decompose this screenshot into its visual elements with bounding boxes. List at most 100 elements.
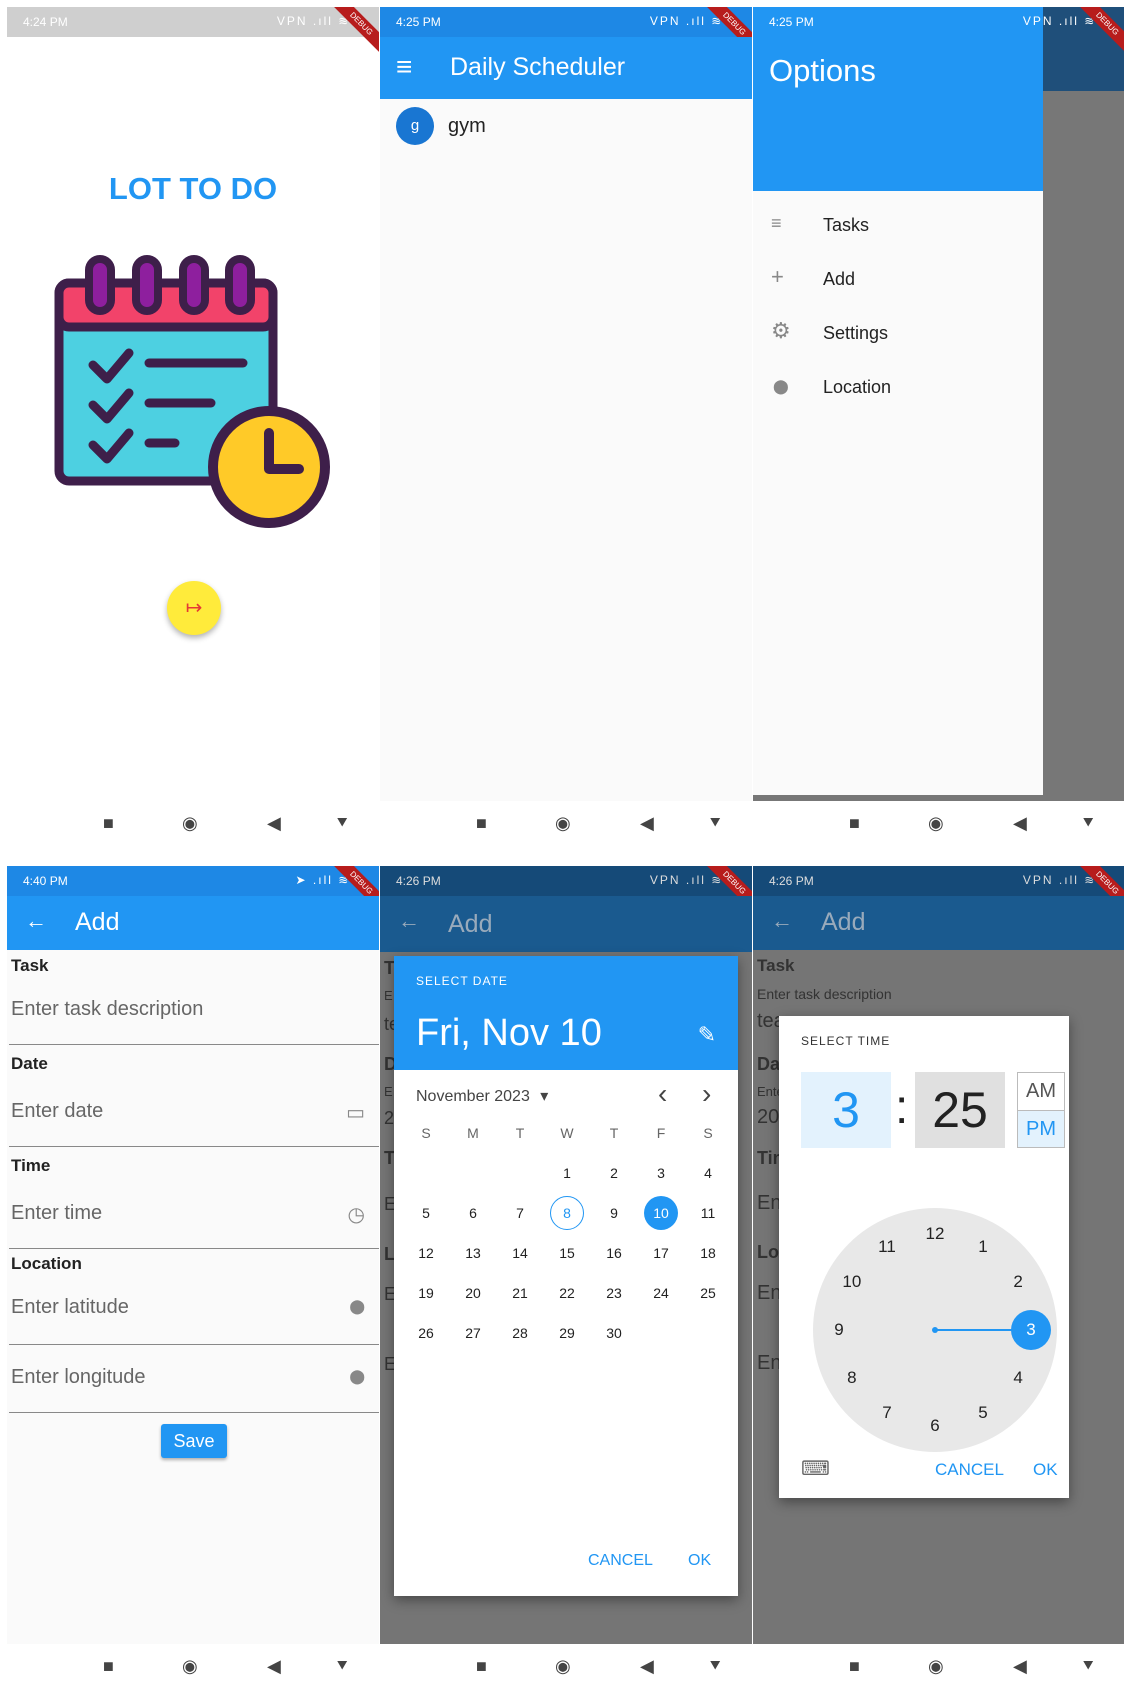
calendar-day[interactable]: 18: [691, 1236, 725, 1270]
calendar-day[interactable]: 26: [409, 1316, 443, 1350]
calendar-day[interactable]: 15: [550, 1236, 584, 1270]
home-icon[interactable]: ◉: [182, 1656, 198, 1677]
hour-display[interactable]: 3: [801, 1072, 891, 1148]
time-input[interactable]: Enter time: [11, 1202, 102, 1225]
back-icon[interactable]: ◀: [640, 1656, 654, 1677]
calendar-day[interactable]: 24: [644, 1276, 678, 1310]
next-month-icon[interactable]: ›: [702, 1078, 711, 1110]
date-input[interactable]: Enter date: [11, 1100, 103, 1123]
recent-apps-icon[interactable]: ■: [476, 813, 487, 834]
calendar-day[interactable]: 25: [691, 1276, 725, 1310]
calendar-day[interactable]: 2: [597, 1156, 631, 1190]
recent-apps-icon[interactable]: ■: [103, 813, 114, 834]
clock-number[interactable]: 11: [872, 1232, 902, 1262]
calendar-day[interactable]: 19: [409, 1276, 443, 1310]
nav-extra-icon[interactable]: ⯆: [335, 813, 349, 834]
clock-number[interactable]: 10: [837, 1267, 867, 1297]
calendar-day[interactable]: 3: [644, 1156, 678, 1190]
location-pin-icon[interactable]: ⬤: [349, 1368, 365, 1385]
cancel-button[interactable]: CANCEL: [935, 1460, 1004, 1480]
recent-apps-icon[interactable]: ■: [103, 1656, 114, 1677]
calendar-day[interactable]: 14: [503, 1236, 537, 1270]
back-icon[interactable]: ◀: [267, 813, 281, 834]
nav-extra-icon[interactable]: ⯆: [1081, 1656, 1095, 1677]
back-arrow-icon[interactable]: ←: [398, 908, 420, 934]
clock-number[interactable]: 12: [920, 1219, 950, 1249]
calendar-icon[interactable]: ▭: [346, 1100, 365, 1125]
clock-number[interactable]: 2: [1003, 1267, 1033, 1297]
calendar-day[interactable]: 6: [456, 1196, 490, 1230]
ok-button[interactable]: OK: [1033, 1460, 1058, 1480]
home-icon[interactable]: ◉: [928, 1656, 944, 1677]
back-icon[interactable]: ◀: [267, 1656, 281, 1677]
nav-extra-icon[interactable]: ⯆: [335, 1656, 349, 1677]
clock-dial[interactable]: 12 1 2 3 4 5 6 7 8 9 10 11: [813, 1208, 1057, 1452]
minute-display[interactable]: 25: [915, 1072, 1005, 1148]
longitude-input[interactable]: Enter longitude: [11, 1366, 146, 1389]
home-icon[interactable]: ◉: [555, 1656, 571, 1677]
home-icon[interactable]: ◉: [182, 813, 198, 834]
clock-icon[interactable]: ◷: [348, 1202, 365, 1227]
drawer-item-location[interactable]: ⬤ Location: [753, 367, 1043, 407]
edit-icon[interactable]: ✎: [698, 1022, 716, 1048]
next-button[interactable]: ↦: [167, 581, 221, 635]
clock-number[interactable]: 7: [872, 1398, 902, 1428]
calendar-day[interactable]: 20: [456, 1276, 490, 1310]
recent-apps-icon[interactable]: ■: [849, 1656, 860, 1677]
calendar-day[interactable]: 10: [644, 1196, 678, 1230]
month-selector[interactable]: November 2023 ▾: [416, 1086, 548, 1106]
save-button[interactable]: Save: [161, 1424, 227, 1458]
calendar-day[interactable]: 13: [456, 1236, 490, 1270]
calendar-day[interactable]: 11: [691, 1196, 725, 1230]
calendar-day[interactable]: 12: [409, 1236, 443, 1270]
task-input[interactable]: Enter task description: [11, 998, 203, 1021]
recent-apps-icon[interactable]: ■: [476, 1656, 487, 1677]
calendar-day[interactable]: 29: [550, 1316, 584, 1350]
calendar-day[interactable]: 7: [503, 1196, 537, 1230]
back-icon[interactable]: ◀: [1013, 1656, 1027, 1677]
calendar-day[interactable]: 4: [691, 1156, 725, 1190]
calendar-day[interactable]: 16: [597, 1236, 631, 1270]
recent-apps-icon[interactable]: ■: [849, 813, 860, 834]
calendar-day[interactable]: 17: [644, 1236, 678, 1270]
cancel-button[interactable]: CANCEL: [588, 1552, 653, 1570]
calendar-day[interactable]: 30: [597, 1316, 631, 1350]
back-icon[interactable]: ◀: [640, 813, 654, 834]
clock-number[interactable]: 3: [1016, 1315, 1046, 1345]
ok-button[interactable]: OK: [688, 1552, 711, 1570]
calendar-day[interactable]: 28: [503, 1316, 537, 1350]
clock-number[interactable]: 4: [1003, 1363, 1033, 1393]
calendar-day[interactable]: 9: [597, 1196, 631, 1230]
back-icon[interactable]: ◀: [1013, 813, 1027, 834]
home-icon[interactable]: ◉: [555, 813, 571, 834]
calendar-day[interactable]: 5: [409, 1196, 443, 1230]
nav-extra-icon[interactable]: ⯆: [708, 1656, 722, 1677]
drawer-item-add[interactable]: + Add: [753, 259, 1043, 299]
calendar-day[interactable]: 22: [550, 1276, 584, 1310]
latitude-input[interactable]: Enter latitude: [11, 1296, 129, 1319]
clock-number[interactable]: 8: [837, 1363, 867, 1393]
calendar-day[interactable]: 1: [550, 1156, 584, 1190]
pm-option[interactable]: PM: [1018, 1111, 1064, 1147]
clock-number[interactable]: 5: [968, 1398, 998, 1428]
drawer-item-settings[interactable]: ⚙ Settings: [753, 313, 1043, 353]
location-pin-icon[interactable]: ⬤: [349, 1298, 365, 1315]
am-option[interactable]: AM: [1018, 1073, 1064, 1111]
calendar-day[interactable]: 27: [456, 1316, 490, 1350]
calendar-day[interactable]: 8: [550, 1196, 584, 1230]
nav-extra-icon[interactable]: ⯆: [708, 813, 722, 834]
nav-extra-icon[interactable]: ⯆: [1081, 813, 1095, 834]
drawer-item-tasks[interactable]: ≡ Tasks: [753, 205, 1043, 245]
back-arrow-icon[interactable]: ←: [771, 908, 793, 934]
list-item[interactable]: g gym: [380, 99, 752, 153]
menu-icon[interactable]: ≡: [396, 51, 412, 83]
keyboard-icon[interactable]: ⌨: [801, 1456, 830, 1481]
back-arrow-icon[interactable]: ←: [25, 908, 47, 934]
calendar-day[interactable]: 23: [597, 1276, 631, 1310]
clock-number[interactable]: 6: [920, 1411, 950, 1441]
home-icon[interactable]: ◉: [928, 813, 944, 834]
clock-number[interactable]: 9: [824, 1315, 854, 1345]
clock-number[interactable]: 1: [968, 1232, 998, 1262]
previous-month-icon[interactable]: ‹: [658, 1078, 667, 1110]
calendar-day[interactable]: 21: [503, 1276, 537, 1310]
